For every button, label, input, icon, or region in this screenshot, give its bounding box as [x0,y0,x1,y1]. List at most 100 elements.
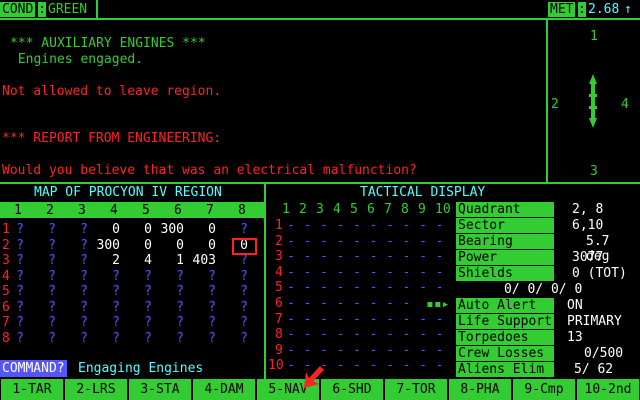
map-cell[interactable]: ? [152,331,184,346]
tactical-cell[interactable]: - [283,358,299,373]
tactical-cell[interactable]: - [283,265,299,280]
tactical-cell[interactable]: - [366,234,382,249]
tactical-cell[interactable]: - [382,327,398,342]
tactical-cell[interactable]: - [283,296,299,311]
map-cell[interactable]: 0 [88,222,120,237]
map-cell[interactable]: ? [56,284,88,299]
tactical-cell[interactable]: - [283,249,299,264]
tactical-cell[interactable]: - [283,343,299,358]
tactical-cell[interactable]: - [333,265,349,280]
tactical-cell[interactable]: - [432,280,448,295]
tactical-cell[interactable]: - [382,312,398,327]
tactical-cell[interactable]: - [432,343,448,358]
map-cell[interactable]: ? [0,315,24,330]
map-cell[interactable]: ? [120,269,152,284]
map-cell[interactable]: ? [24,269,56,284]
tactical-cell[interactable]: - [333,218,349,233]
function-key-4[interactable]: 4-DAM [192,379,255,400]
function-key-1[interactable]: 1-TAR [0,379,63,400]
map-cell[interactable]: ? [184,331,216,346]
tactical-cell[interactable]: - [399,234,415,249]
tactical-cell[interactable]: - [382,343,398,358]
map-cell[interactable]: ? [24,284,56,299]
tactical-cell[interactable]: - [399,312,415,327]
map-cell[interactable]: ? [88,315,120,330]
tactical-cell[interactable]: - [399,218,415,233]
tactical-cell[interactable]: - [415,280,431,295]
map-cell[interactable]: ? [56,315,88,330]
tactical-cell[interactable]: - [316,218,332,233]
tactical-cell[interactable]: - [349,296,365,311]
tactical-cell[interactable]: - [316,280,332,295]
tactical-cell[interactable]: - [399,358,415,373]
tactical-cell[interactable]: - [349,327,365,342]
map-cell[interactable]: ? [184,284,216,299]
tactical-cell[interactable]: - [333,234,349,249]
tactical-cell[interactable]: - [300,343,316,358]
map-cell[interactable]: ? [88,284,120,299]
map-cell[interactable]: ? [152,269,184,284]
function-key-10[interactable]: 10-2nd [576,379,639,400]
tactical-cell[interactable]: - [366,218,382,233]
map-cell[interactable]: ? [216,300,248,315]
tactical-cell[interactable]: - [382,249,398,264]
map-cell[interactable]: ? [0,284,24,299]
tactical-cell[interactable]: - [316,312,332,327]
tactical-cell[interactable]: - [399,327,415,342]
map-cell[interactable]: 1 [152,253,184,268]
map-cell[interactable]: ? [184,315,216,330]
tactical-cell[interactable]: - [382,218,398,233]
tactical-cell[interactable]: - [333,327,349,342]
function-key-2[interactable]: 2-LRS [64,379,127,400]
tactical-cell[interactable]: - [300,312,316,327]
function-key-7[interactable]: 7-TOR [384,379,447,400]
tactical-cell[interactable]: - [349,358,365,373]
tactical-cell[interactable]: - [366,249,382,264]
map-cell[interactable]: ? [0,300,24,315]
map-cell[interactable]: ? [216,253,248,268]
map-cell[interactable]: ? [152,300,184,315]
map-cell[interactable]: ? [216,331,248,346]
tactical-cell[interactable]: - [333,280,349,295]
map-cell[interactable]: ? [24,315,56,330]
map-cell[interactable]: ? [24,222,56,237]
tactical-cell[interactable]: - [349,280,365,295]
tactical-cell[interactable]: - [399,343,415,358]
tactical-cell[interactable]: - [366,327,382,342]
tactical-cell[interactable]: - [349,265,365,280]
tactical-cell[interactable]: - [283,234,299,249]
tactical-cell[interactable]: - [415,234,431,249]
tactical-cell[interactable]: - [316,327,332,342]
tactical-cell[interactable]: - [432,234,448,249]
map-cell[interactable]: 0 [184,238,216,253]
map-cell[interactable]: ? [56,253,88,268]
tactical-cell[interactable]: - [283,312,299,327]
tactical-cell[interactable]: - [432,327,448,342]
tactical-cell[interactable]: - [316,234,332,249]
map-cell[interactable]: 0 [152,238,184,253]
map-cell[interactable]: ? [24,331,56,346]
map-cell[interactable]: ? [88,300,120,315]
tactical-cell[interactable]: - [283,280,299,295]
tactical-cell[interactable]: - [316,265,332,280]
map-cell[interactable]: 0 [184,222,216,237]
map-cell[interactable]: ? [152,284,184,299]
tactical-cell[interactable]: - [399,265,415,280]
tactical-cell[interactable]: - [366,265,382,280]
tactical-cell[interactable]: - [333,358,349,373]
tactical-cell[interactable]: - [399,296,415,311]
map-cell[interactable]: ? [0,253,24,268]
map-cell[interactable]: ? [216,269,248,284]
map-cell[interactable]: ? [24,300,56,315]
tactical-cell[interactable]: - [366,296,382,311]
tactical-cell[interactable]: - [349,343,365,358]
tactical-cell[interactable]: - [366,343,382,358]
tactical-cell[interactable]: - [432,265,448,280]
map-cell[interactable]: 300 [152,222,184,237]
tactical-cell[interactable]: - [349,249,365,264]
tactical-cell[interactable]: - [366,312,382,327]
map-cell[interactable]: 403 [184,253,216,268]
tactical-cell[interactable]: - [415,249,431,264]
tactical-cell[interactable]: - [382,280,398,295]
map-cell[interactable]: ? [56,222,88,237]
